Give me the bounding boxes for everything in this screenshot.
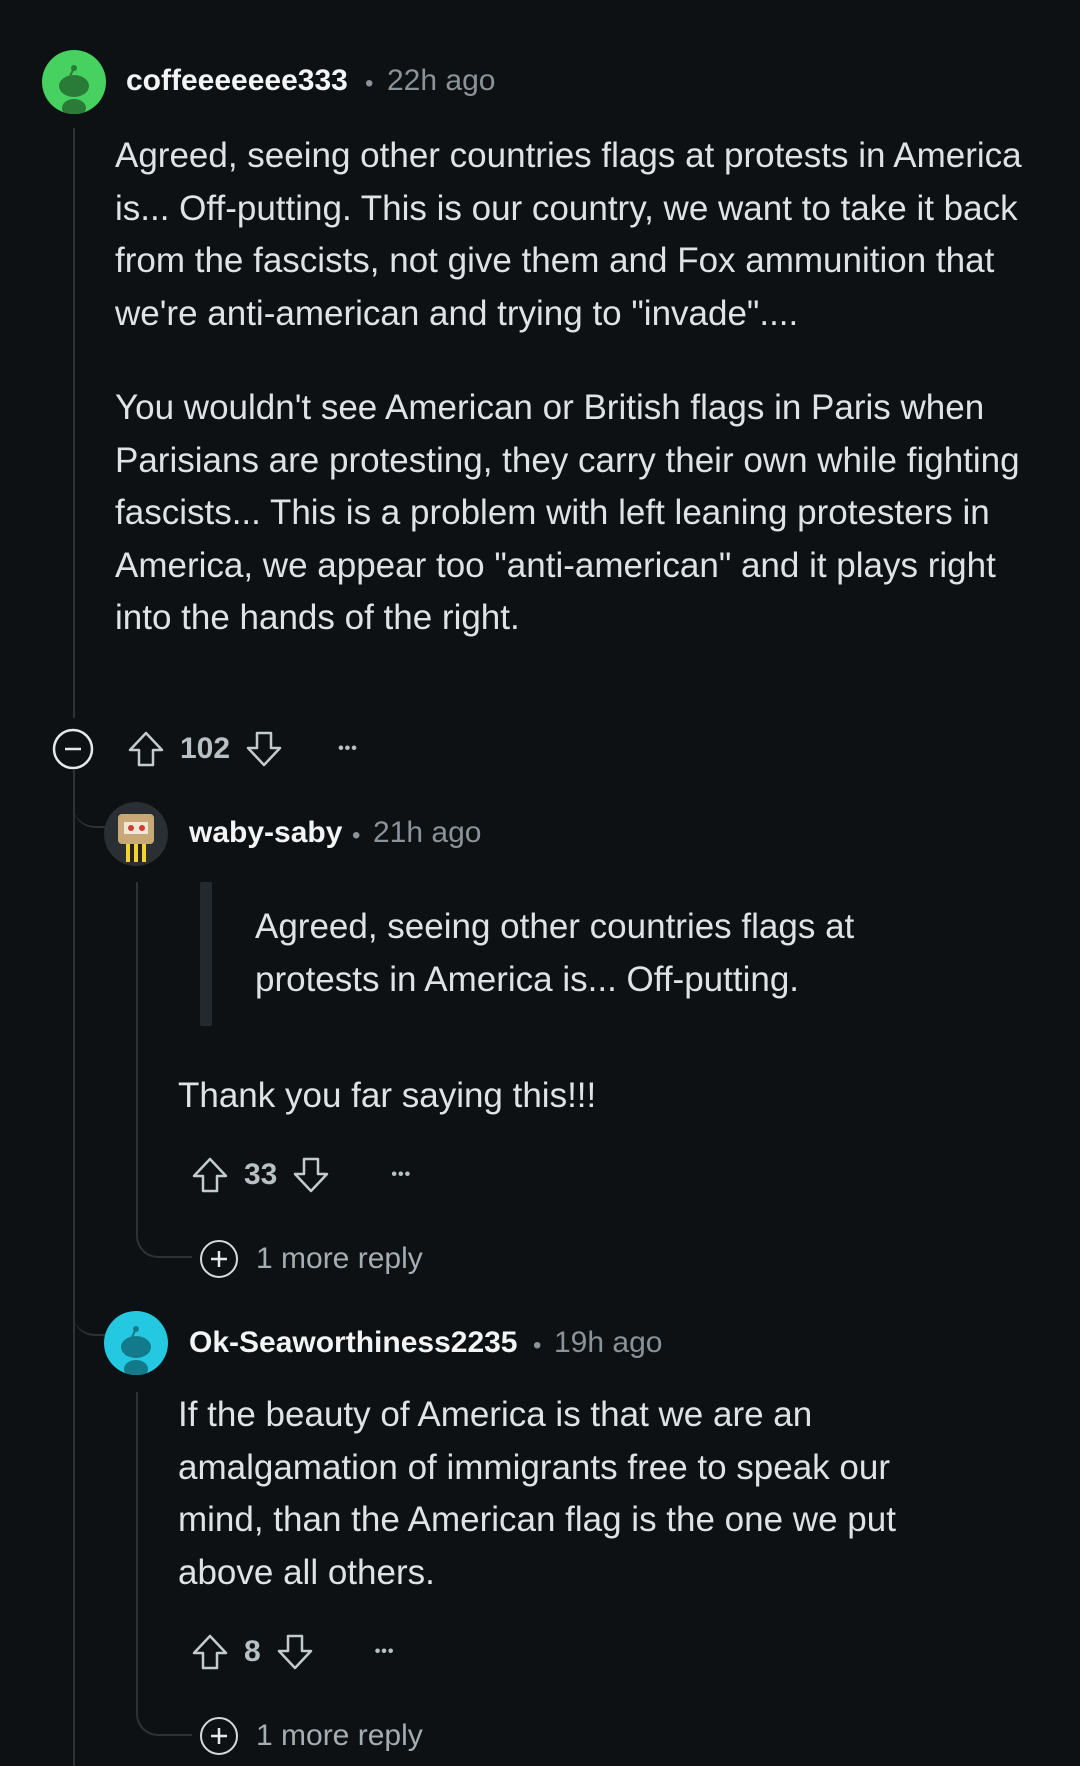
downvote-button[interactable] <box>273 1630 317 1674</box>
comment-username[interactable]: waby-saby <box>189 816 342 850</box>
comment-actions: 102 ••• <box>124 725 358 773</box>
snoo-avatar-icon <box>121 1326 151 1375</box>
thread-line-main <box>73 128 75 718</box>
comment-actions: 33 ••• <box>188 1151 411 1199</box>
downvote-button[interactable] <box>289 1153 333 1197</box>
avatar[interactable] <box>104 1311 168 1375</box>
comment-body: Thank you far saying this!!! <box>178 1070 1038 1123</box>
snoo-avatar-icon <box>59 65 89 114</box>
comment-paragraph: Thank you far saying this!!! <box>178 1076 597 1115</box>
upvote-button[interactable] <box>188 1630 232 1674</box>
upvote-button[interactable] <box>124 727 168 771</box>
downvote-icon <box>294 1157 329 1193</box>
more-replies-button[interactable]: 1 more reply <box>200 1714 423 1758</box>
thread-line-reply-1 <box>136 882 138 1232</box>
upvote-button[interactable] <box>188 1153 232 1197</box>
thread-branch-1 <box>73 770 109 828</box>
more-replies-label: 1 more reply <box>256 1242 423 1275</box>
comment-username[interactable]: Ok-Seaworthiness2235 <box>189 1326 518 1360</box>
blockquote-bar <box>200 882 212 1026</box>
expand-replies-icon <box>200 1717 238 1755</box>
comment-timestamp: 21h ago <box>373 816 482 849</box>
comment-paragraph: Agreed, seeing other countries flags at … <box>115 136 1022 333</box>
vote-count: 102 <box>180 732 231 765</box>
upvote-icon <box>128 731 164 767</box>
comment-body: Agreed, seeing other countries flags at … <box>115 130 1035 645</box>
downvote-icon <box>277 1634 312 1670</box>
vote-count: 33 <box>244 1158 278 1191</box>
meta-separator: • <box>533 1332 542 1359</box>
comment-actions: 8 ••• <box>188 1628 395 1676</box>
more-options-icon[interactable]: ••• <box>391 1166 411 1184</box>
more-replies-button[interactable]: 1 more reply <box>200 1237 423 1281</box>
snoo-avatar-icon <box>118 814 154 862</box>
downvote-icon <box>246 731 282 767</box>
collapse-button[interactable] <box>52 728 94 770</box>
comment-body: If the beauty of America is that we are … <box>178 1389 978 1599</box>
comment-username[interactable]: coffeeeeeee333 <box>126 64 348 98</box>
comment-timestamp: 19h ago <box>554 1326 663 1359</box>
thread-branch-more-1 <box>136 1210 192 1258</box>
avatar[interactable] <box>104 802 168 866</box>
thread-branch-2 <box>73 1290 109 1336</box>
comment-paragraph: You wouldn't see American or British fla… <box>115 388 1020 637</box>
more-replies-label: 1 more reply <box>256 1719 423 1752</box>
vote-count: 8 <box>244 1635 261 1668</box>
thread-line-root <box>73 770 75 1766</box>
thread-branch-more-2 <box>136 1688 192 1736</box>
downvote-button[interactable] <box>242 727 286 771</box>
comment-paragraph: If the beauty of America is that we are … <box>178 1395 896 1592</box>
more-options-icon[interactable]: ••• <box>375 1643 395 1661</box>
blockquote: Agreed, seeing other countries flags at … <box>255 907 855 999</box>
comment-timestamp: 22h ago <box>387 64 496 97</box>
meta-separator: • <box>365 70 374 97</box>
avatar[interactable] <box>42 50 106 114</box>
collapse-icon <box>52 728 94 770</box>
expand-replies-icon <box>200 1240 238 1278</box>
meta-separator: • <box>352 822 361 849</box>
upvote-icon <box>192 1157 228 1193</box>
upvote-icon <box>192 1634 228 1670</box>
more-options-icon[interactable]: ••• <box>338 740 358 758</box>
thread-line-reply-2 <box>136 1392 138 1712</box>
